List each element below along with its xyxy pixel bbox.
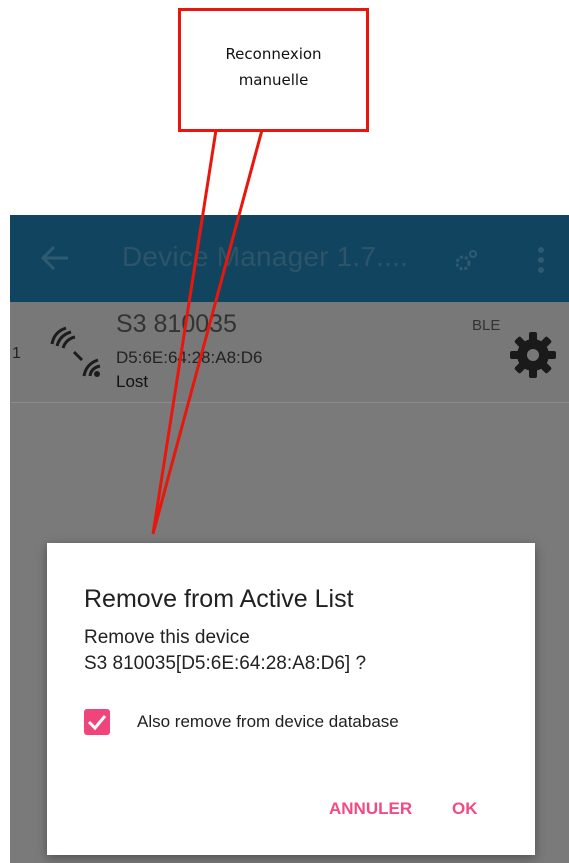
annotation-callout: Reconnexion manuelle <box>178 8 369 132</box>
callout-text-line1: Reconnexion <box>225 45 322 63</box>
callout-text-line2: manuelle <box>238 71 309 89</box>
